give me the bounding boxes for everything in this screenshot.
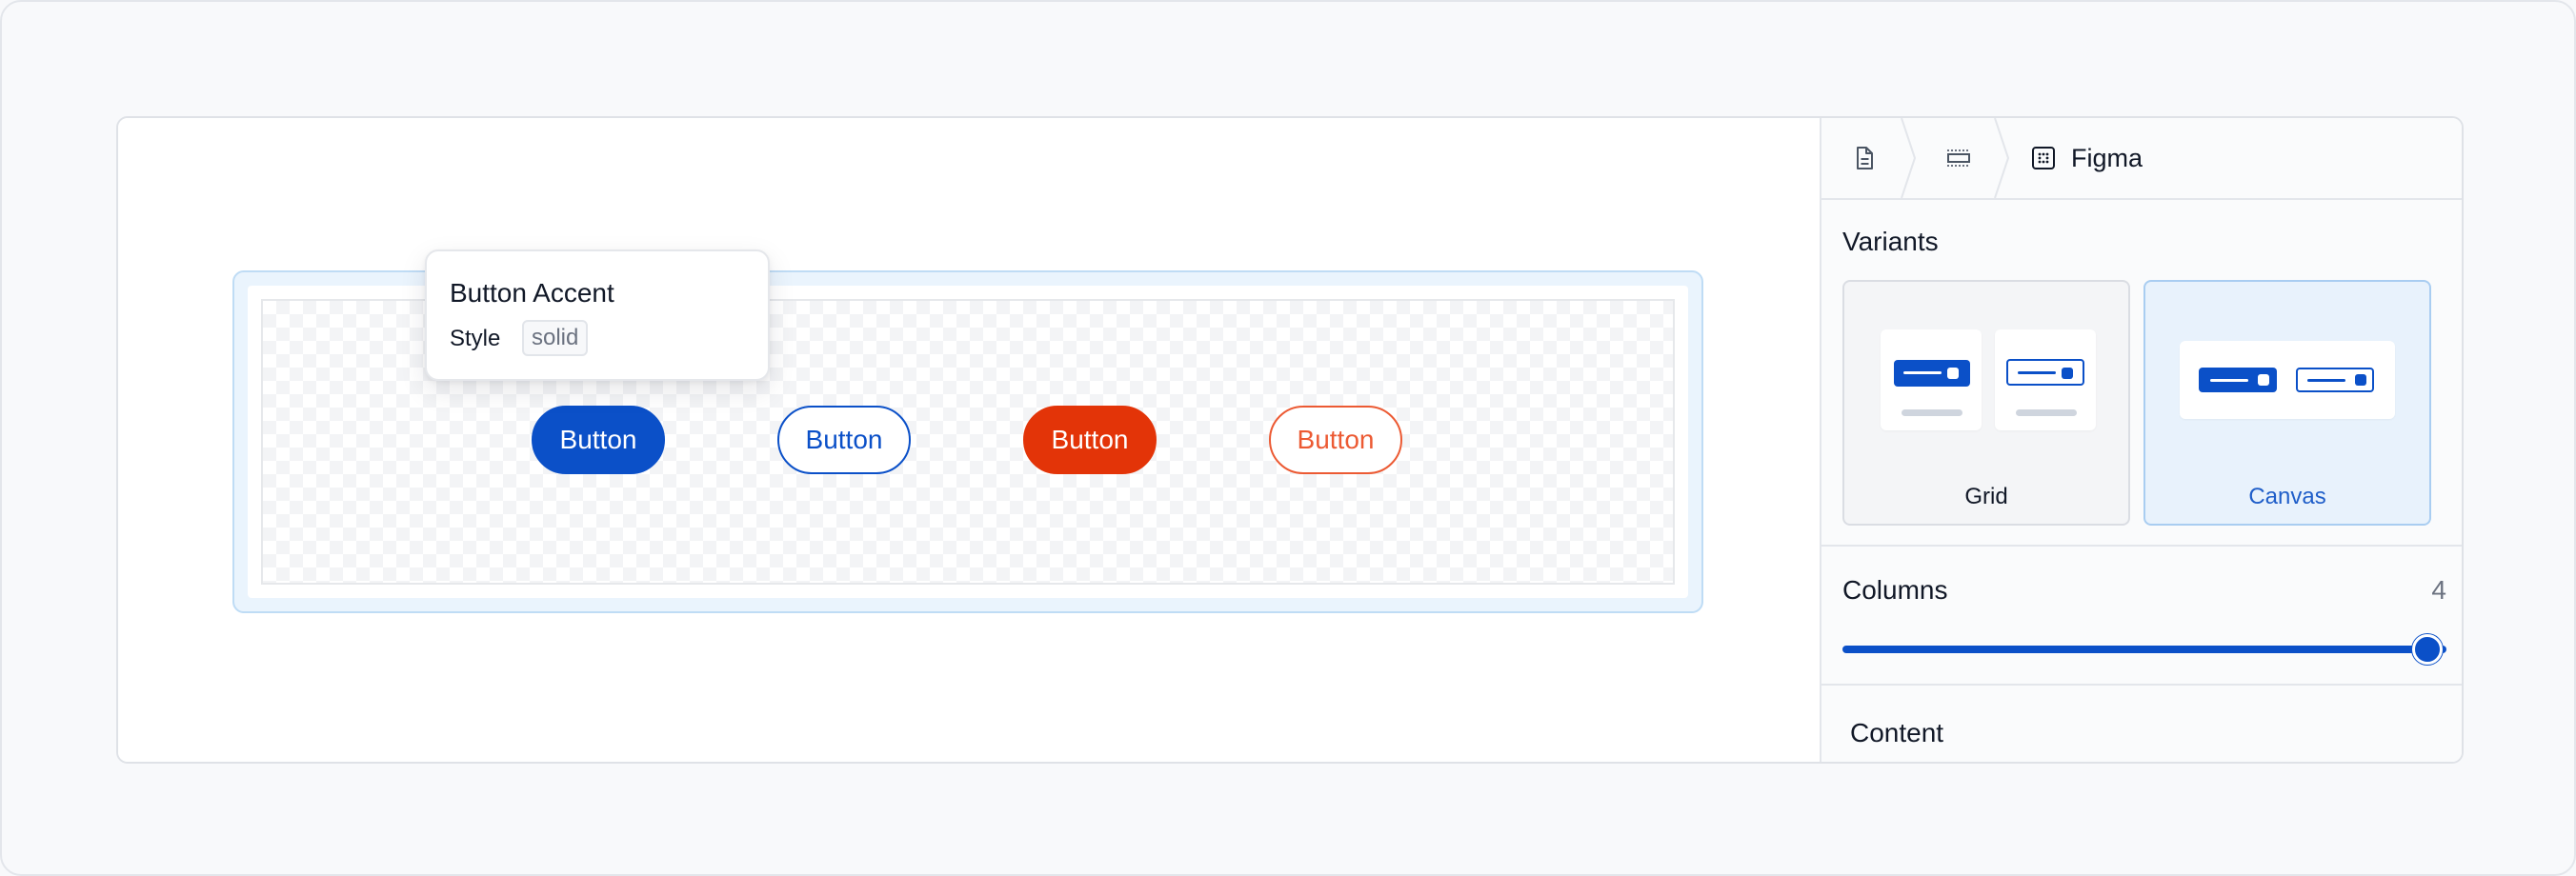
grid-preview-card (1995, 329, 2096, 430)
columns-slider-track[interactable] (1842, 646, 2446, 653)
button-danger-outline[interactable]: Button (1269, 406, 1402, 474)
variants-section: Variants Grid Canvas (1821, 200, 2462, 547)
button-accent-solid[interactable]: Button (532, 406, 665, 474)
canvas-preview-card (2180, 341, 2395, 419)
component-tooltip: Button Accent Style solid (425, 249, 770, 381)
breadcrumb-item-document[interactable] (1821, 118, 1907, 198)
figma-grid-icon (2032, 147, 2055, 169)
tooltip-property-value: solid (522, 320, 589, 356)
document-icon (1857, 147, 1873, 169)
variant-option-canvas[interactable]: Canvas (2143, 280, 2431, 526)
columns-value: 4 (2431, 575, 2446, 605)
columns-slider-thumb[interactable] (2412, 634, 2443, 665)
columns-title: Columns (1842, 575, 1948, 605)
variant-option-grid[interactable]: Grid (1842, 280, 2130, 526)
variant-label: Canvas (2248, 484, 2326, 509)
breadcrumb-label: Figma (2071, 143, 2143, 172)
properties-panel: Figma Variants Grid Canvas Columns 4 Con… (1820, 118, 2462, 762)
breadcrumb-item-frame[interactable] (1917, 118, 2001, 198)
tooltip-title: Button Accent (450, 278, 614, 308)
variants-title: Variants (1842, 227, 1939, 256)
breadcrumb-separator (1994, 118, 2010, 198)
columns-section: Columns 4 (1821, 547, 2462, 686)
page-background: Button Button Button Button Button Accen… (0, 0, 2576, 876)
content-section: Content (1821, 686, 2462, 762)
variant-label: Grid (1964, 484, 2008, 509)
button-accent-outline[interactable]: Button (777, 406, 911, 474)
tooltip-property-label: Style (450, 326, 501, 351)
content-title[interactable]: Content (1850, 718, 1943, 748)
grid-preview-card (1881, 329, 1982, 430)
breadcrumb-item-figma[interactable]: Figma (2031, 118, 2143, 198)
button-danger-solid[interactable]: Button (1023, 406, 1157, 474)
canvas-area[interactable]: Button Button Button Button Button Accen… (118, 118, 1820, 762)
frame-icon (1947, 149, 1970, 167)
app-window: Button Button Button Button Button Accen… (116, 116, 2464, 764)
breadcrumb-separator (1901, 118, 1917, 198)
breadcrumb: Figma (1821, 118, 2462, 200)
